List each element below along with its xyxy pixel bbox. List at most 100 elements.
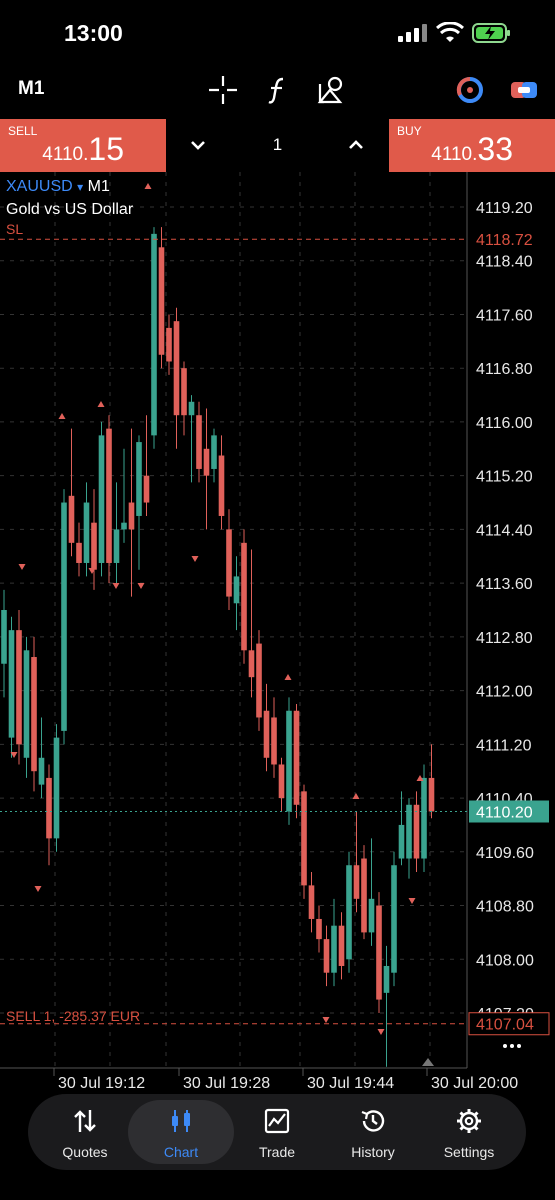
candle-bull xyxy=(391,865,397,973)
stop-loss-label[interactable]: SL xyxy=(6,221,23,237)
candle-bull xyxy=(23,650,30,758)
candle-bull xyxy=(121,522,127,530)
symbol-info[interactable]: XAUUSD ▾ M1 xyxy=(6,178,110,196)
fractal-down-marker xyxy=(377,1029,385,1035)
candle-bear xyxy=(46,777,52,839)
price-tick-label: 4116.80 xyxy=(476,361,533,378)
battery-charging-icon xyxy=(472,23,510,43)
price-tick-label: 4108.00 xyxy=(476,952,534,969)
timeframe-button[interactable]: M1 xyxy=(18,78,44,100)
tab-settings[interactable]: Settings xyxy=(421,1100,517,1164)
buy-price: 4110.33 xyxy=(431,131,513,167)
objects-icon[interactable] xyxy=(316,74,348,106)
candle-bull xyxy=(53,737,60,839)
fractal-down-marker xyxy=(322,1017,330,1023)
price-chart[interactable]: 4119.20 4118.40 4117.60 4116.80 4116.00 4115.… xyxy=(0,172,555,1092)
candle-bull xyxy=(98,435,105,563)
candle-bull xyxy=(1,610,7,664)
indicators-icon[interactable] xyxy=(262,74,294,106)
candle-bull xyxy=(211,435,217,469)
buy-button[interactable]: BUY 4110.33 xyxy=(389,119,555,172)
price-tick-label: 4113.60 xyxy=(476,576,533,593)
status-time: 13:00 xyxy=(64,20,123,46)
candle-bear xyxy=(181,368,187,416)
candle-bear xyxy=(128,502,135,530)
buy-label: BUY xyxy=(397,124,422,138)
position-price-label: 4107.04 xyxy=(476,1017,534,1034)
price-tick-label: 4116.00 xyxy=(476,415,533,432)
crosshair-icon[interactable] xyxy=(207,74,239,106)
candle-bull xyxy=(136,442,142,516)
candle-bear xyxy=(271,717,277,765)
tab-quotes[interactable]: Quotes xyxy=(37,1100,133,1164)
fractal-down-marker xyxy=(34,886,42,892)
one-click-trading-icon[interactable] xyxy=(454,74,486,106)
time-tick-label: 30 Jul 20:00 xyxy=(431,1075,518,1092)
wifi-icon xyxy=(436,22,464,42)
fractal-down-marker xyxy=(408,898,416,904)
candles-icon xyxy=(172,1110,190,1132)
chart-toolbar: M1 xyxy=(0,70,555,110)
candle-bear xyxy=(293,710,300,805)
fractal-down-marker xyxy=(18,564,26,570)
candle-bear xyxy=(106,428,112,563)
more-options-dot xyxy=(503,1044,507,1048)
candle-bear xyxy=(241,542,247,651)
candle-bull xyxy=(383,965,390,993)
gear-icon xyxy=(457,1109,481,1133)
candlestick-chart[interactable]: 4119.20 4118.40 4117.60 4116.80 4116.00 4115.… xyxy=(0,172,555,1092)
candle-bear xyxy=(353,865,360,899)
status-bar: 13:00 xyxy=(0,0,555,66)
more-options-dot xyxy=(510,1044,514,1048)
position-label[interactable]: SELL 1, -285.37 EUR xyxy=(6,1008,140,1024)
candle-bear xyxy=(166,327,172,362)
price-tick-label: 4115.20 xyxy=(476,469,533,486)
candle-bull xyxy=(113,529,120,563)
more-options-dot xyxy=(517,1044,521,1048)
sell-button[interactable]: SELL 4110.15 xyxy=(0,119,166,172)
time-tick-label: 30 Jul 19:28 xyxy=(183,1075,270,1092)
tab-chart[interactable]: Chart xyxy=(128,1100,234,1164)
price-tick-label: 4118.40 xyxy=(476,254,533,271)
symbol-description: Gold vs US Dollar xyxy=(6,201,134,218)
signal-icon xyxy=(398,24,427,42)
price-tick-label: 4112.80 xyxy=(476,630,533,647)
candle-bull xyxy=(368,898,375,933)
trade-levels-icon[interactable] xyxy=(508,74,540,106)
candle-bull xyxy=(38,757,45,785)
price-tick-label: 4111.20 xyxy=(476,737,532,754)
candle-bull xyxy=(421,777,427,859)
candle-bear xyxy=(226,529,232,597)
candle-bear xyxy=(428,777,435,812)
price-tick-label: 4109.60 xyxy=(476,845,534,862)
candle-bull xyxy=(83,502,90,563)
candle-bull xyxy=(61,502,67,731)
candle-bear xyxy=(218,455,225,516)
chevron-up-icon[interactable] xyxy=(344,133,368,157)
fractal-up-marker xyxy=(58,413,66,419)
candle-bear xyxy=(76,542,82,563)
candle-bear xyxy=(203,448,210,476)
candle-bear xyxy=(91,522,97,570)
symbol-ticker[interactable]: XAUUSD xyxy=(6,178,73,195)
candle-bear xyxy=(196,415,202,469)
current-price-label: 4110.20 xyxy=(476,805,533,822)
price-tick-label: 4108.80 xyxy=(476,899,534,916)
time-tick-label: 30 Jul 19:44 xyxy=(307,1075,394,1092)
one-click-trade-bar: SELL 4110.15 1 BUY 4110.33 xyxy=(0,119,555,172)
price-tick-label: 4119.20 xyxy=(476,200,533,217)
history-clock-icon xyxy=(361,1110,385,1132)
sell-label: SELL xyxy=(8,124,38,138)
fractal-up-marker xyxy=(352,793,360,799)
candle-bull xyxy=(346,865,352,960)
symbol-timeframe: M1 xyxy=(87,178,110,195)
symbol-dropdown-icon[interactable]: ▾ xyxy=(77,180,83,194)
candle-bull xyxy=(406,804,412,859)
price-tick-label: 4114.40 xyxy=(476,522,533,539)
tab-history[interactable]: History xyxy=(325,1100,421,1164)
tab-trade[interactable]: Trade xyxy=(229,1100,325,1164)
candle-bear xyxy=(323,939,330,973)
candle-bear xyxy=(301,791,307,886)
candle-bull xyxy=(188,401,195,416)
sell-price: 4110.15 xyxy=(42,131,124,167)
